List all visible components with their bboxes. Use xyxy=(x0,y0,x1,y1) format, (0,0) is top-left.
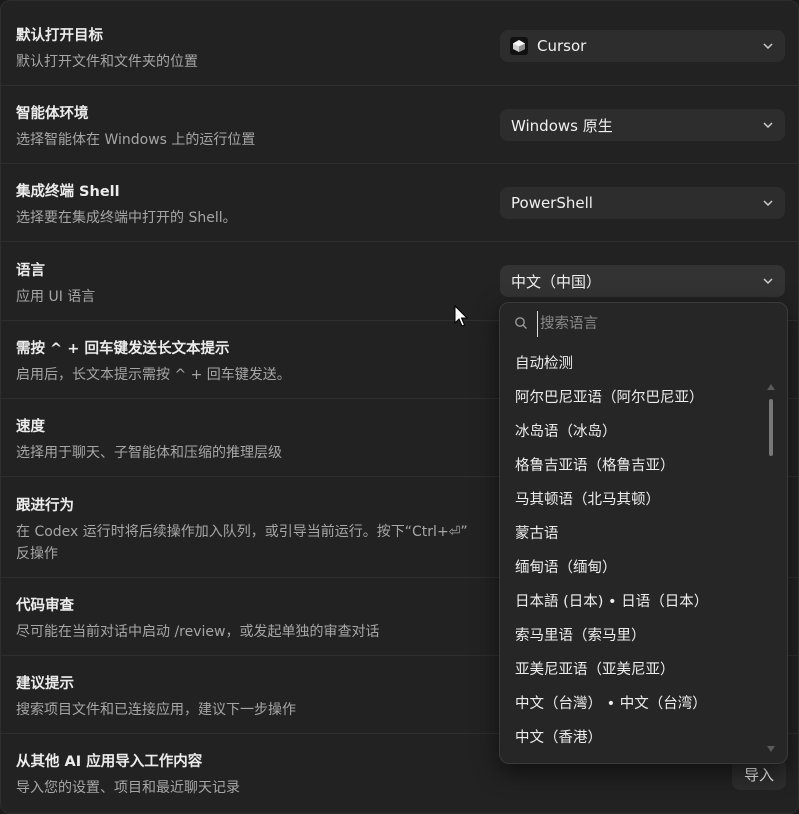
language-option[interactable]: 日本語 (日本) • 日语（日本） xyxy=(515,590,708,611)
language-option[interactable]: 索马里语（索马里） xyxy=(515,624,646,645)
language-option[interactable]: 马其顿语（北马其顿） xyxy=(515,488,660,509)
language-option[interactable]: 冰岛语（冰岛） xyxy=(515,420,617,441)
language-search xyxy=(500,303,787,343)
chevron-down-icon xyxy=(763,278,773,285)
cursor-logo-icon xyxy=(510,37,528,55)
setting-row-agent-environment: 智能体环境 选择智能体在 Windows 上的运行位置 Windows 原生 xyxy=(1,85,798,164)
setting-description: 导入您的设置、项目和最近聊天记录 xyxy=(16,780,240,796)
agent-environment-select[interactable]: Windows 原生 xyxy=(500,109,785,141)
setting-description-continued: 反操作 xyxy=(16,546,58,562)
setting-title: 速度 xyxy=(16,419,45,435)
language-search-input[interactable] xyxy=(537,311,762,337)
language-option[interactable]: 蒙古语 xyxy=(515,522,559,543)
setting-description: 选择要在集成终端中打开的 Shell。 xyxy=(16,210,237,226)
settings-panel: 默认打开目标 默认打开文件和文件夹的位置 Cursor 智能体环境 选择智能体在… xyxy=(0,0,799,814)
chevron-down-icon xyxy=(763,122,773,129)
language-option[interactable]: 自动检测 xyxy=(515,352,573,373)
select-value: Cursor xyxy=(537,37,587,55)
setting-description: 启用后，长文本提示需按 ^ + 回车键发送。 xyxy=(16,367,291,383)
setting-row-integrated-terminal-shell: 集成终端 Shell 选择要在集成终端中打开的 Shell。 PowerShel… xyxy=(1,163,798,242)
mouse-pointer-icon xyxy=(454,305,469,327)
setting-description: 搜索项目文件和已连接应用，建议下一步操作 xyxy=(16,702,296,718)
language-option[interactable]: 中文（香港） xyxy=(515,726,602,747)
setting-row-default-open-target: 默认打开目标 默认打开文件和文件夹的位置 Cursor xyxy=(1,1,798,86)
setting-description: 在 Codex 运行时将后续操作加入队列，或引导当前运行。按下“Ctrl+⏎” xyxy=(16,524,468,540)
setting-title: 建议提示 xyxy=(16,676,74,692)
language-option[interactable]: 中文（台灣） • 中文（台湾） xyxy=(515,692,707,713)
default-open-target-select[interactable]: Cursor xyxy=(500,30,785,62)
language-select[interactable]: 中文（中国） xyxy=(500,265,785,297)
dropdown-scrollbar-thumb[interactable] xyxy=(769,399,773,456)
chevron-down-icon xyxy=(763,200,773,207)
language-option[interactable]: 缅甸语（缅甸） xyxy=(515,556,617,577)
setting-description: 选择智能体在 Windows 上的运行位置 xyxy=(16,132,256,148)
setting-description: 应用 UI 语言 xyxy=(16,289,96,305)
setting-title: 从其他 AI 应用导入工作内容 xyxy=(16,754,203,770)
terminal-shell-select[interactable]: PowerShell xyxy=(500,187,785,219)
setting-description: 尽可能在当前对话中启动 /review，或发起单独的审查对话 xyxy=(16,624,380,640)
setting-title: 语言 xyxy=(16,263,45,279)
setting-title: 默认打开目标 xyxy=(16,28,103,44)
scroll-down-arrow-icon[interactable] xyxy=(765,744,777,754)
setting-description: 默认打开文件和文件夹的位置 xyxy=(16,54,198,70)
setting-title: 集成终端 Shell xyxy=(16,184,120,200)
chevron-down-icon xyxy=(763,43,773,50)
setting-title: 智能体环境 xyxy=(16,106,89,122)
search-icon xyxy=(515,317,527,329)
select-value: Windows 原生 xyxy=(511,116,613,135)
setting-title: 代码审查 xyxy=(16,598,74,614)
select-value: 中文（中国） xyxy=(511,272,602,291)
language-dropdown: 自动检测 阿尔巴尼亚语（阿尔巴尼亚） 冰岛语（冰岛） 格鲁吉亚语（格鲁吉亚） 马… xyxy=(499,302,788,764)
setting-description: 选择用于聊天、子智能体和压缩的推理层级 xyxy=(16,445,282,461)
setting-title: 需按 ^ + 回车键发送长文本提示 xyxy=(16,341,230,357)
select-value: PowerShell xyxy=(511,194,593,212)
language-option[interactable]: 亚美尼亚语（亚美尼亚） xyxy=(515,658,675,679)
language-option[interactable]: 阿尔巴尼亚语（阿尔巴尼亚） xyxy=(515,386,704,407)
setting-title: 跟进行为 xyxy=(16,498,74,514)
scroll-up-arrow-icon[interactable] xyxy=(765,382,777,392)
language-option[interactable]: 格鲁吉亚语（格鲁吉亚） xyxy=(515,454,675,475)
